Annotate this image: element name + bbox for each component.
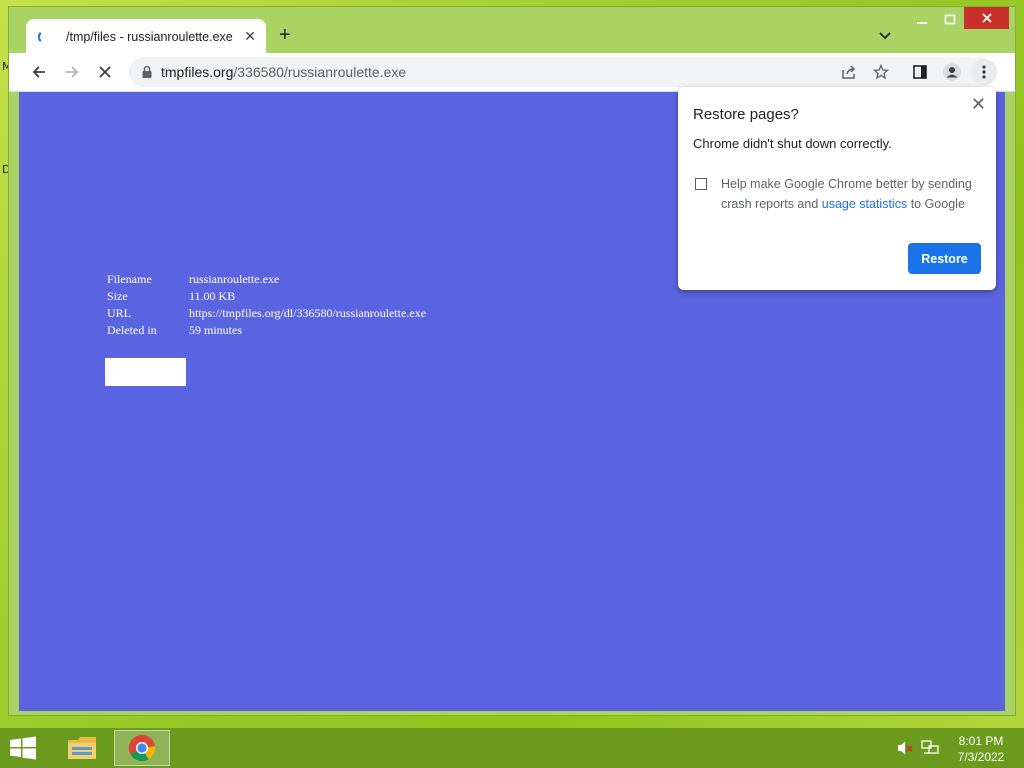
info-value: https://tmpfiles.org/dl/336580/russianro…	[189, 306, 427, 320]
stop-icon	[99, 66, 111, 78]
tab-search-chevron-icon[interactable]	[877, 27, 893, 43]
usage-stats-checkbox[interactable]	[695, 178, 707, 190]
new-tab-button[interactable]: +	[279, 25, 291, 45]
bubble-close-icon[interactable]: ✕	[971, 94, 986, 115]
chrome-menu-button[interactable]	[971, 59, 997, 85]
taskbar: 8:01 PM 7/3/2022	[0, 728, 1024, 768]
table-row: Size 11.00 KB	[107, 288, 426, 305]
download-button[interactable]	[105, 358, 186, 386]
taskbar-chrome[interactable]	[114, 730, 170, 766]
info-label: Deleted in	[107, 323, 157, 337]
file-info-table: Filename russianroulette.exe Size 11.00 …	[107, 271, 426, 339]
info-label: URL	[107, 306, 131, 320]
back-button[interactable]	[26, 59, 52, 85]
title-bar[interactable]: /tmp/files - russianroulette.exe ✕ +	[9, 7, 1015, 54]
table-row: Deleted in 59 minutes	[107, 322, 426, 339]
minimize-button[interactable]	[909, 7, 935, 33]
table-row: URL https://tmpfiles.org/dl/336580/russi…	[107, 305, 426, 322]
url-text[interactable]: tmpfiles.org/336580/russianroulette.exe	[161, 64, 406, 80]
clock-time: 8:01 PM	[958, 734, 1004, 748]
taskbar-clock[interactable]: 8:01 PM 7/3/2022	[950, 733, 1012, 765]
network-icon[interactable]	[921, 740, 939, 756]
profile-button[interactable]	[939, 59, 965, 85]
maximize-icon	[944, 14, 956, 25]
browser-tab[interactable]: /tmp/files - russianroulette.exe ✕	[26, 19, 266, 54]
taskbar-file-explorer[interactable]	[54, 730, 110, 766]
tab-close-icon[interactable]: ✕	[244, 28, 256, 44]
folder-icon	[68, 737, 96, 759]
chrome-logo-icon	[128, 734, 156, 762]
loading-spinner-icon	[38, 29, 52, 44]
bubble-title: Restore pages?	[693, 106, 799, 123]
close-icon	[981, 13, 992, 23]
table-row: Filename russianroulette.exe	[107, 271, 426, 288]
info-value: russianroulette.exe	[189, 272, 280, 286]
clock-date: 7/3/2022	[957, 750, 1005, 764]
close-window-button[interactable]	[964, 7, 1009, 29]
maximize-button[interactable]	[937, 7, 963, 33]
stop-loading-button[interactable]	[92, 59, 118, 85]
info-label: Size	[107, 289, 128, 303]
checkbox-label: Help make Google Chrome better by sendin…	[721, 177, 972, 211]
address-bar[interactable]: tmpfiles.org/336580/russianroulette.exe	[129, 57, 995, 87]
info-value: 11.00 KB	[189, 289, 236, 303]
tab-title: /tmp/files - russianroulette.exe	[66, 29, 233, 44]
info-value: 59 minutes	[189, 323, 242, 337]
profile-avatar-icon	[943, 63, 961, 81]
forward-arrow-icon	[66, 66, 79, 78]
forward-button[interactable]	[59, 59, 85, 85]
bookmark-star-icon[interactable]	[873, 64, 889, 80]
lock-icon[interactable]	[141, 65, 153, 79]
usage-statistics-link[interactable]: usage statistics	[822, 197, 907, 211]
chrome-window: /tmp/files - russianroulette.exe ✕ + tmp…	[8, 6, 1016, 716]
share-icon[interactable]	[841, 65, 857, 80]
bubble-message: Chrome didn't shut down correctly.	[693, 136, 892, 151]
kebab-menu-icon	[982, 65, 986, 79]
windows-start-icon[interactable]	[8, 736, 38, 760]
side-panel-button[interactable]	[907, 59, 933, 85]
volume-muted-icon[interactable]	[896, 740, 914, 756]
info-label: Filename	[107, 272, 152, 286]
back-arrow-icon	[32, 66, 45, 78]
restore-pages-bubble: Restore pages? ✕ Chrome didn't shut down…	[678, 87, 996, 290]
minimize-icon	[917, 22, 927, 24]
side-panel-icon	[913, 65, 927, 79]
restore-button[interactable]: Restore	[908, 243, 981, 274]
